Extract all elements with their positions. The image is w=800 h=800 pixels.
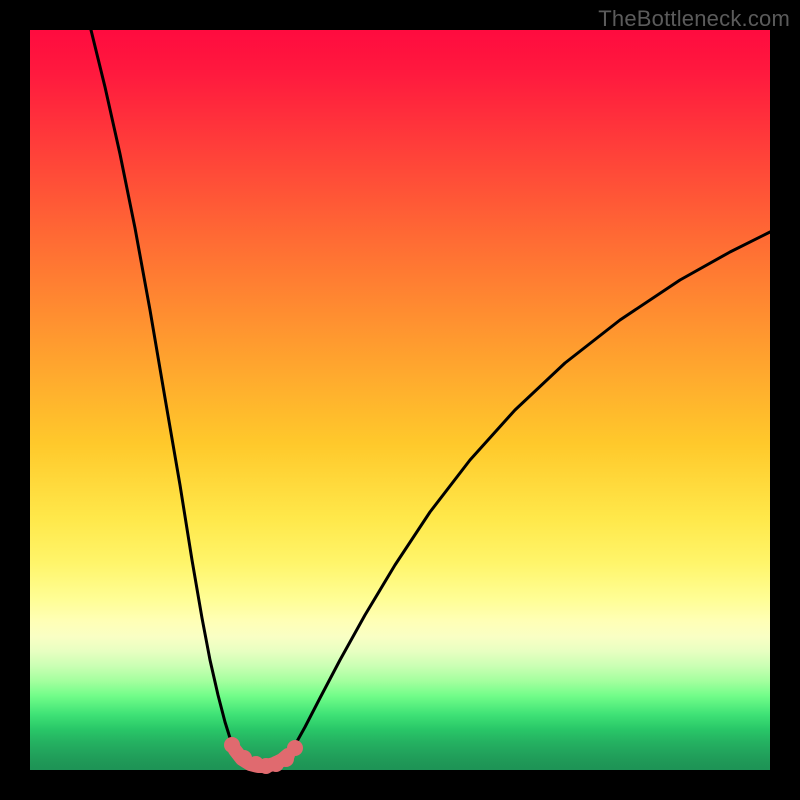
series-right-branch [288, 232, 770, 756]
dot-bottom-dots [224, 737, 240, 753]
chart-svg [30, 30, 770, 770]
series-group [91, 30, 770, 766]
series-left-branch [91, 30, 240, 758]
dot-bottom-dots [287, 740, 303, 756]
watermark-text: TheBottleneck.com [598, 6, 790, 32]
chart-frame [30, 30, 770, 770]
